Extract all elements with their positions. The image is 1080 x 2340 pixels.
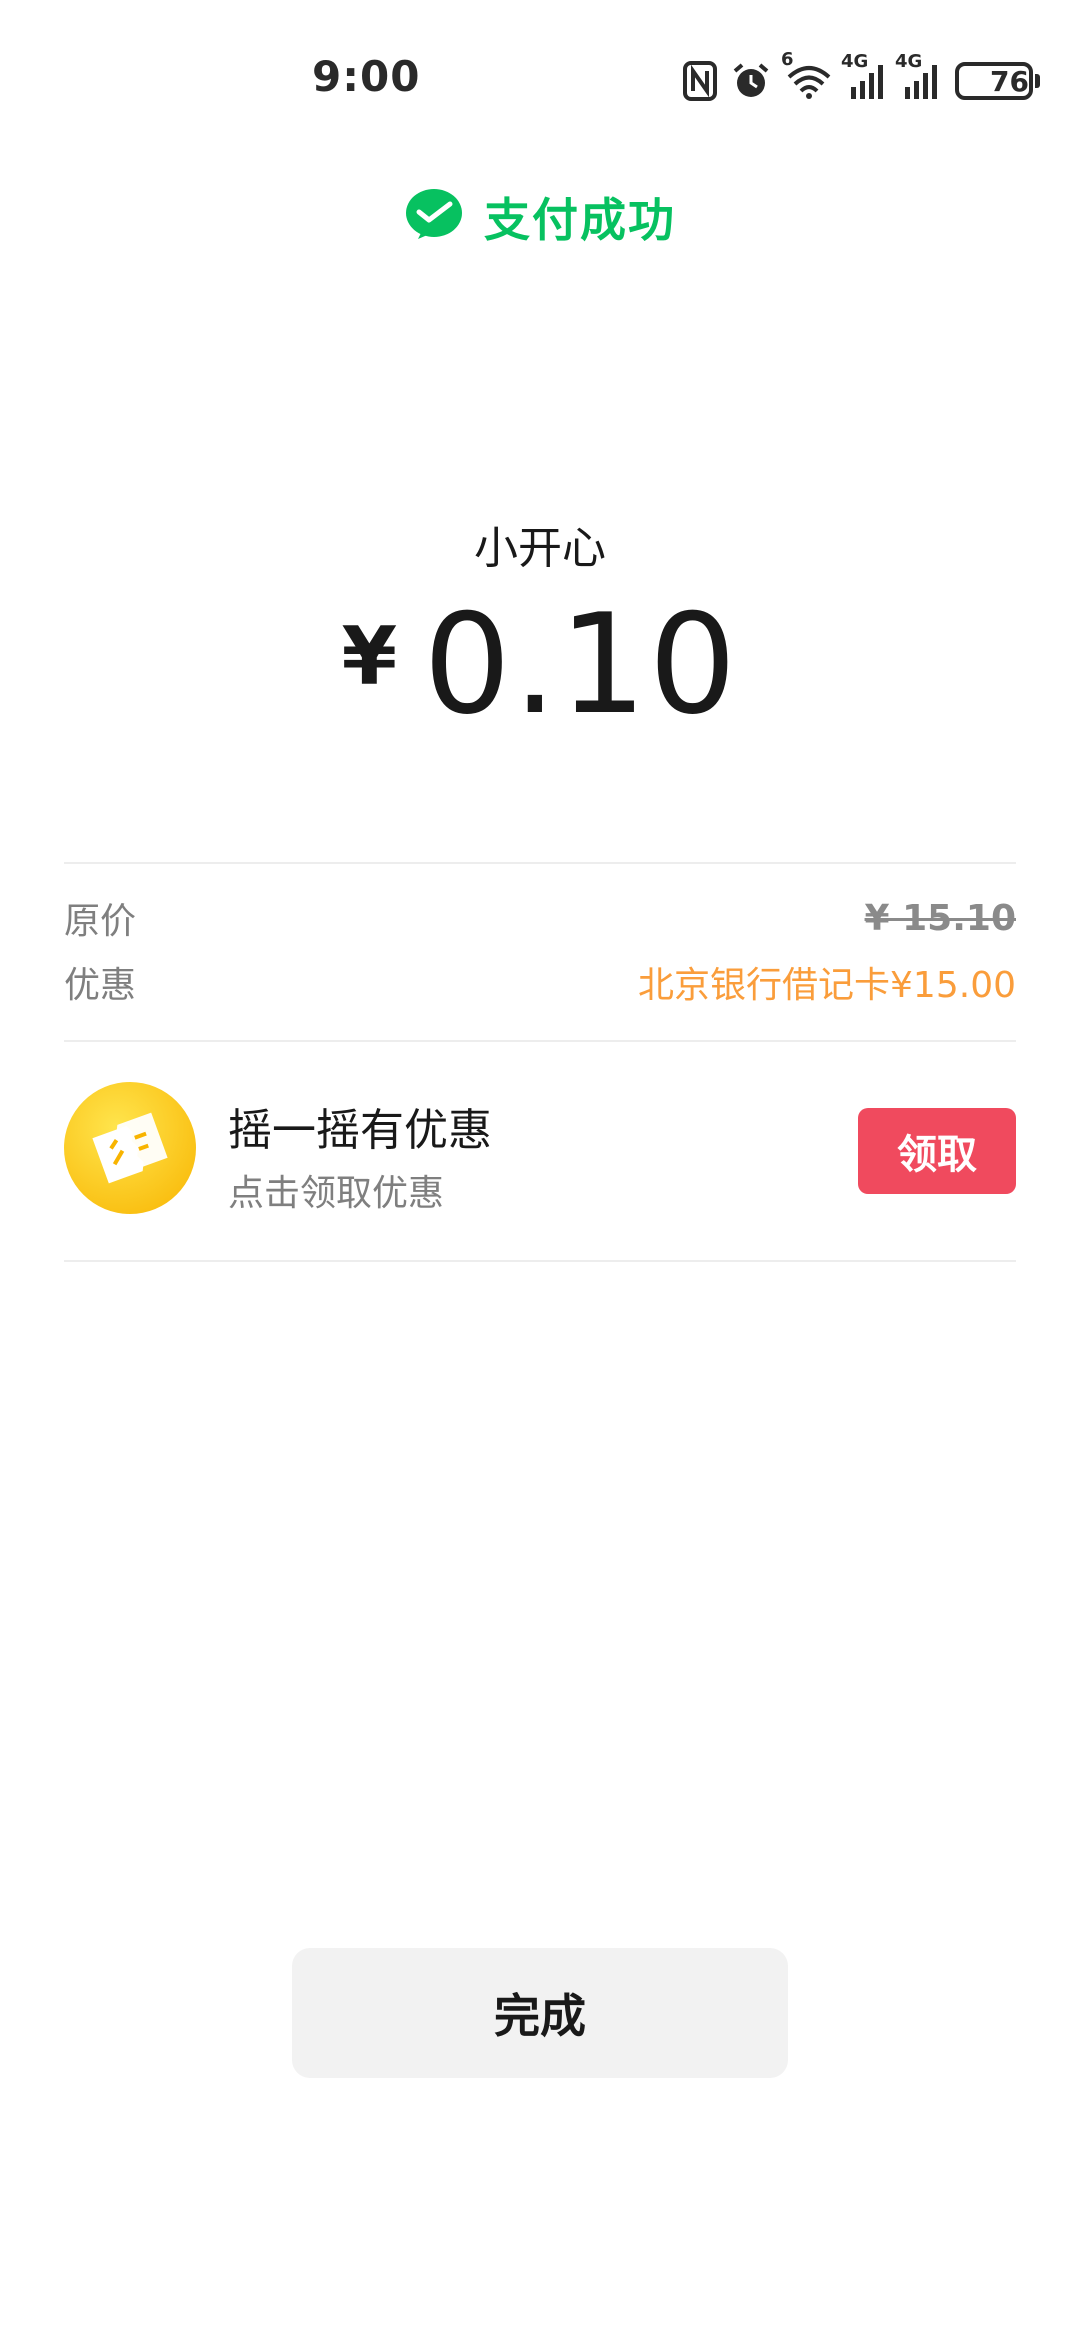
- signal-icon: 4G: [895, 51, 941, 101]
- promo-title: 摇一摇有优惠: [228, 1105, 492, 1156]
- battery-icon: 76: [955, 62, 1040, 100]
- coupon-icon: [64, 1082, 196, 1214]
- amount-row: ¥ 0.10: [0, 590, 1080, 740]
- payment-amount: 0.10: [423, 584, 739, 745]
- divider: [64, 1040, 1016, 1042]
- wifi-icon: 6: [781, 49, 833, 101]
- original-price-value: ¥ 15.10: [864, 897, 1016, 939]
- signal-tag: 4G: [895, 51, 923, 72]
- status-bar: 9:00 6 4G 4G 76: [0, 0, 1080, 160]
- discount-label: 优惠: [64, 965, 137, 1006]
- claim-button[interactable]: 领取: [858, 1108, 1016, 1194]
- divider: [64, 862, 1016, 864]
- page-title: 支付成功: [484, 193, 676, 247]
- nfc-icon: [683, 61, 717, 101]
- signal-tag: 4G: [841, 51, 869, 72]
- wechat-pay-icon: [404, 187, 464, 247]
- merchant-name: 小开心: [474, 523, 606, 574]
- discount-row: 优惠 北京银行借记卡¥15.00: [64, 956, 1016, 1008]
- discount-value: 北京银行借记卡¥15.00: [638, 965, 1016, 1006]
- promo-subtitle: 点击领取优惠: [228, 1173, 445, 1214]
- promo-banner: 摇一摇有优惠 点击领取优惠 领取: [64, 1080, 1016, 1216]
- divider: [64, 1260, 1016, 1262]
- wifi-tag: 6: [781, 49, 794, 70]
- battery-level: 76: [990, 64, 1029, 98]
- status-time: 9:00: [312, 52, 421, 101]
- status-icons: 6 4G 4G 76: [683, 49, 1040, 104]
- signal-icon: 4G: [841, 51, 887, 101]
- payment-success-header: 支付成功: [0, 184, 1080, 250]
- original-price-row: 原价 ¥ 15.10: [64, 892, 1016, 944]
- original-price-label: 原价: [64, 901, 137, 942]
- done-button[interactable]: 完成: [292, 1948, 788, 2078]
- alarm-icon: [731, 61, 771, 101]
- currency-symbol: ¥: [341, 610, 398, 703]
